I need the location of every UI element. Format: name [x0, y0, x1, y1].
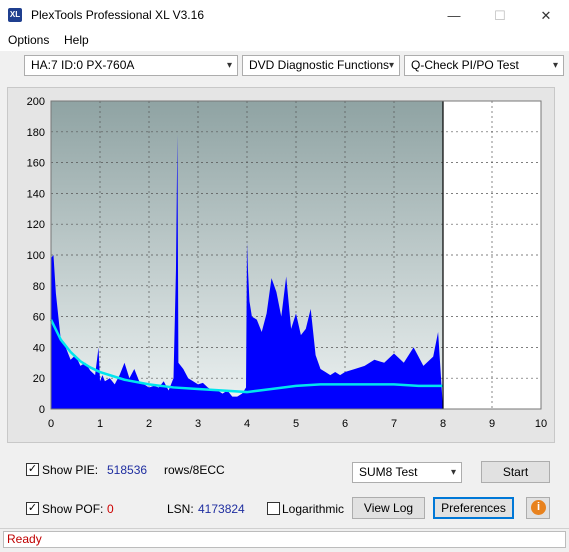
logarithmic-label: Logarithmic	[282, 502, 345, 516]
info-button[interactable]: i	[526, 497, 550, 519]
y-tick-label: 100	[27, 250, 45, 262]
show-pof-checkbox[interactable]: ✓	[26, 502, 39, 515]
x-tick-label: 1	[97, 418, 103, 430]
start-button-label: Start	[502, 465, 529, 479]
lsn-value: 4173824	[198, 502, 245, 516]
rows-label: rows/8ECC	[164, 463, 225, 477]
preferences-button[interactable]: Preferences	[433, 497, 514, 519]
check-mark-icon: ✓	[27, 463, 38, 475]
logarithmic-checkbox[interactable]	[267, 502, 280, 515]
status-text: Ready	[3, 531, 566, 548]
show-pie-checkbox[interactable]: ✓	[26, 463, 39, 476]
chevron-down-icon: ▾	[450, 467, 456, 478]
pie-value: 518536	[107, 463, 148, 477]
y-tick-label: 80	[33, 281, 45, 293]
view-log-button[interactable]: View Log	[352, 497, 425, 519]
show-pie-label: Show PIE:	[42, 463, 99, 477]
x-tick-label: 10	[535, 418, 547, 430]
show-pof-label: Show POF:	[42, 502, 104, 516]
x-tick-label: 6	[342, 418, 348, 430]
y-tick-label: 140	[27, 188, 45, 200]
y-tick-label: 40	[33, 342, 45, 354]
y-tick-label: 160	[27, 158, 45, 170]
y-tick-label: 120	[27, 219, 45, 231]
view-log-button-label: View Log	[363, 501, 414, 515]
check-mark-icon: ✓	[27, 502, 38, 514]
y-tick-label: 180	[27, 127, 45, 139]
x-tick-label: 0	[48, 418, 54, 430]
y-tick-label: 200	[27, 96, 45, 108]
x-tick-label: 7	[391, 418, 397, 430]
test-mode-select[interactable]: SUM8 Test ▾	[352, 462, 462, 483]
pof-value: 0	[107, 502, 114, 516]
x-tick-label: 4	[244, 418, 250, 430]
y-axis: 200180160140120100806040200	[27, 96, 45, 416]
y-tick-label: 60	[33, 312, 45, 324]
x-tick-label: 9	[489, 418, 495, 430]
preferences-button-label: Preferences	[441, 501, 506, 515]
y-tick-label: 0	[39, 404, 45, 416]
x-tick-label: 2	[146, 418, 152, 430]
x-tick-label: 3	[195, 418, 201, 430]
lsn-label: LSN:	[167, 502, 194, 516]
info-icon: i	[531, 500, 546, 515]
start-button[interactable]: Start	[481, 461, 550, 483]
x-axis: 0 1 2 3 4 5 6 7 8 9 10	[48, 418, 547, 430]
y-tick-label: 20	[33, 373, 45, 385]
x-tick-label: 5	[293, 418, 299, 430]
test-mode-value: SUM8 Test	[359, 465, 418, 479]
x-tick-label: 8	[440, 418, 446, 430]
